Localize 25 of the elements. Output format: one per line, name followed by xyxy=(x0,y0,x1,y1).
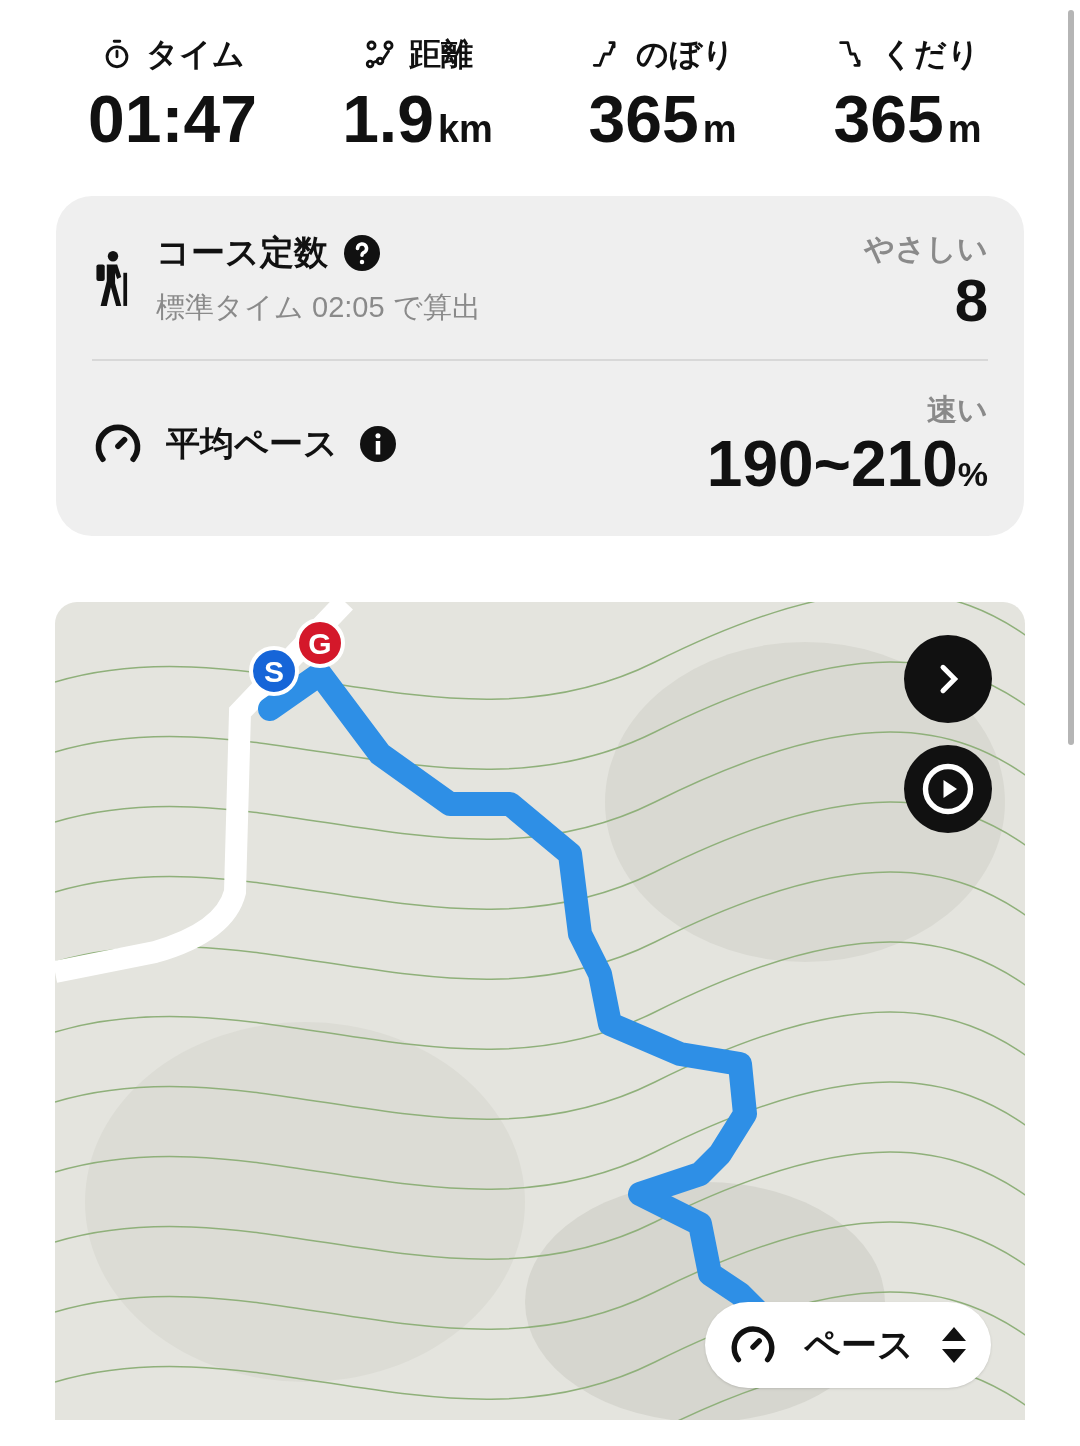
pace-button[interactable]: ペース xyxy=(705,1302,991,1388)
pace-unit: % xyxy=(957,455,988,495)
difficulty-label: やさしい xyxy=(864,231,988,267)
stat-unit: m xyxy=(702,107,737,152)
stat-value: 1.9 xyxy=(342,86,434,152)
sort-icon xyxy=(940,1325,968,1365)
stat-label: くだり xyxy=(881,35,980,74)
stat-label: 距離 xyxy=(408,35,473,74)
stat-label: のぼり xyxy=(636,35,735,74)
info-icon[interactable] xyxy=(360,425,396,462)
stat-value: 365 xyxy=(833,86,944,152)
standard-time-note: 標準タイム 02:05 で算出 xyxy=(156,290,481,326)
pace-title: 平均ペース xyxy=(166,423,338,464)
help-icon[interactable] xyxy=(344,234,380,271)
pace-rating: 速い xyxy=(927,392,988,428)
stat-value: 01:47 xyxy=(88,86,257,152)
stat-label: タイム xyxy=(146,35,245,74)
stat-value: 365 xyxy=(588,86,699,152)
stat-unit: m xyxy=(947,107,982,152)
play-icon xyxy=(921,762,975,816)
course-value: 8 xyxy=(954,271,988,331)
course-title: コース定数 xyxy=(156,232,328,274)
pace-value: 190~210 xyxy=(706,432,958,496)
stat-unit: km xyxy=(437,107,493,152)
route-map[interactable]: S G ペース xyxy=(55,602,1025,1420)
